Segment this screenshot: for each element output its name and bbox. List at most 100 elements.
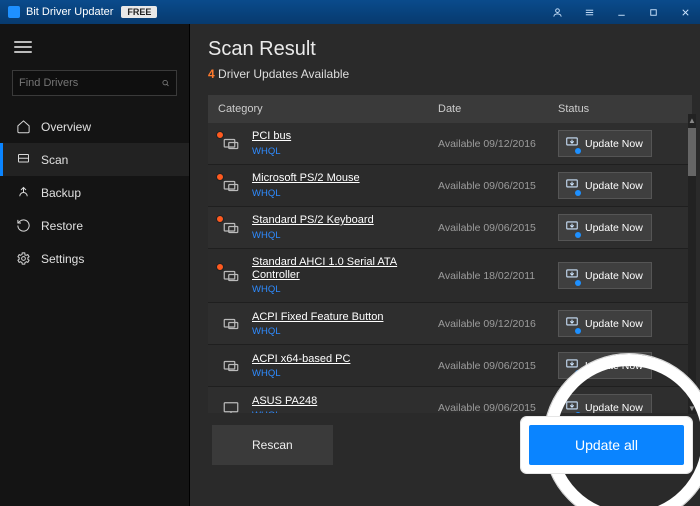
close-button[interactable] xyxy=(670,0,700,24)
minimize-button[interactable] xyxy=(606,0,636,24)
home-icon xyxy=(16,119,31,134)
update-now-button[interactable]: Update Now xyxy=(558,214,652,241)
sidebar-item-overview[interactable]: Overview xyxy=(0,110,189,143)
update-all-button[interactable]: Update all xyxy=(529,425,684,465)
sidebar-item-restore[interactable]: Restore xyxy=(0,209,189,242)
driver-date: Available 09/12/2016 xyxy=(438,318,558,330)
updates-suffix: Driver Updates Available xyxy=(215,67,350,81)
whql-label: WHQL xyxy=(252,284,438,295)
device-icon xyxy=(218,133,244,155)
updates-count: 4 xyxy=(208,67,215,81)
sidebar-item-settings[interactable]: Settings xyxy=(0,242,189,275)
sidebar-item-backup[interactable]: Backup xyxy=(0,176,189,209)
update-now-label: Update Now xyxy=(585,318,643,330)
outdated-dot-icon xyxy=(216,131,224,139)
driver-name-link[interactable]: ACPI x64-based PC xyxy=(252,353,438,366)
whql-label: WHQL xyxy=(252,326,438,337)
restore-icon xyxy=(16,218,31,233)
search-input[interactable] xyxy=(19,77,161,89)
sidebar-item-scan[interactable]: Scan xyxy=(0,143,189,176)
titlebar: Bit Driver Updater FREE xyxy=(0,0,700,24)
driver-name-cell: ACPI x64-based PCWHQL xyxy=(252,353,438,379)
search-icon xyxy=(161,77,170,89)
driver-date: Available 09/06/2015 xyxy=(438,402,558,413)
device-icon xyxy=(218,265,244,287)
download-icon xyxy=(565,267,579,284)
driver-name-link[interactable]: Standard AHCI 1.0 Serial ATA Controller xyxy=(252,256,438,282)
update-now-button[interactable]: Update Now xyxy=(558,130,652,157)
col-date: Date xyxy=(438,103,558,115)
outdated-dot-icon xyxy=(216,173,224,181)
driver-name-cell: Standard PS/2 Keyboard WHQL xyxy=(252,214,438,240)
gear-icon xyxy=(16,251,31,266)
window-controls xyxy=(542,0,700,24)
sidebar-item-label: Settings xyxy=(41,252,84,266)
update-now-label: Update Now xyxy=(585,138,643,150)
sidebar-item-label: Restore xyxy=(41,219,83,233)
user-icon[interactable] xyxy=(542,0,572,24)
update-now-label: Update Now xyxy=(585,360,643,372)
driver-name-link[interactable]: PCI bus xyxy=(252,130,438,143)
driver-name-link[interactable]: ACPI Fixed Feature Button xyxy=(252,311,438,324)
table-row: Standard AHCI 1.0 Serial ATA Controller W… xyxy=(208,249,692,303)
device-icon xyxy=(218,355,244,377)
search-input-wrapper[interactable] xyxy=(12,70,177,96)
table-row: Microsoft PS/2 Mouse WHQLAvailable 09/06/… xyxy=(208,165,692,207)
scroll-up-icon[interactable]: ▲ xyxy=(688,114,696,126)
update-now-button[interactable]: Update Now xyxy=(558,262,652,289)
driver-name-cell: PCI busWHQL xyxy=(252,130,438,156)
driver-name-cell: Standard AHCI 1.0 Serial ATA Controller W… xyxy=(252,256,438,295)
download-icon xyxy=(565,357,579,374)
update-now-button[interactable]: Update Now xyxy=(558,172,652,199)
driver-date: Available 09/12/2016 xyxy=(438,138,558,150)
driver-status: Update Now xyxy=(558,352,668,379)
whql-label: WHQL xyxy=(252,230,438,241)
scrollbar[interactable]: ▲ ▼ xyxy=(688,114,696,414)
update-now-button[interactable]: Update Now xyxy=(558,310,652,337)
free-badge: FREE xyxy=(121,6,157,18)
driver-name-cell: Microsoft PS/2 Mouse WHQL xyxy=(252,172,438,198)
device-icon xyxy=(218,175,244,197)
device-icon xyxy=(218,217,244,239)
maximize-button[interactable] xyxy=(638,0,668,24)
device-icon xyxy=(218,313,244,335)
sidebar-item-label: Scan xyxy=(41,153,68,167)
download-icon xyxy=(565,399,579,413)
table-row: Standard PS/2 KeyboardWHQLAvailable 09/0… xyxy=(208,207,692,249)
driver-name-link[interactable]: Standard PS/2 Keyboard xyxy=(252,214,438,227)
table-row: ASUS PA248WHQLAvailable 09/06/2015 Update… xyxy=(208,387,692,413)
update-now-label: Update Now xyxy=(585,222,643,234)
scroll-thumb[interactable] xyxy=(688,128,696,176)
page-title: Scan Result xyxy=(208,38,692,61)
driver-name-cell: ASUS PA248WHQL xyxy=(252,395,438,413)
main-content: Scan Result 4 Driver Updates Available C… xyxy=(190,24,700,506)
table-row: ACPI Fixed Feature Button WHQLAvailable 0… xyxy=(208,303,692,345)
download-icon xyxy=(565,315,579,332)
rescan-button[interactable]: Rescan xyxy=(212,425,333,465)
driver-date: Available 09/06/2015 xyxy=(438,180,558,192)
table-row: ACPI x64-based PCWHQLAvailable 09/06/201… xyxy=(208,345,692,387)
outdated-dot-icon xyxy=(216,215,224,223)
driver-status: Update Now xyxy=(558,262,668,289)
col-status: Status xyxy=(558,103,668,115)
table-header: Category Date Status xyxy=(208,95,692,123)
settings-menu-icon[interactable] xyxy=(574,0,604,24)
update-now-button[interactable]: Update Now xyxy=(558,394,652,413)
sidebar-item-label: Overview xyxy=(41,120,91,134)
backup-icon xyxy=(16,185,31,200)
hamburger-menu-icon[interactable] xyxy=(0,34,189,66)
driver-status: Update Now xyxy=(558,214,668,241)
driver-date: Available 18/02/2011 xyxy=(438,270,558,282)
update-now-label: Update Now xyxy=(585,270,643,282)
scroll-down-icon[interactable]: ▼ xyxy=(688,402,696,414)
device-icon xyxy=(218,397,244,413)
driver-name-link[interactable]: Microsoft PS/2 Mouse xyxy=(252,172,438,185)
download-icon xyxy=(565,219,579,236)
update-now-label: Update Now xyxy=(585,402,643,413)
sidebar-item-label: Backup xyxy=(41,186,81,200)
outdated-dot-icon xyxy=(216,263,224,271)
app-name: Bit Driver Updater xyxy=(26,6,113,18)
update-now-button[interactable]: Update Now xyxy=(558,352,652,379)
driver-name-link[interactable]: ASUS PA248 xyxy=(252,395,438,408)
whql-label: WHQL xyxy=(252,188,438,199)
